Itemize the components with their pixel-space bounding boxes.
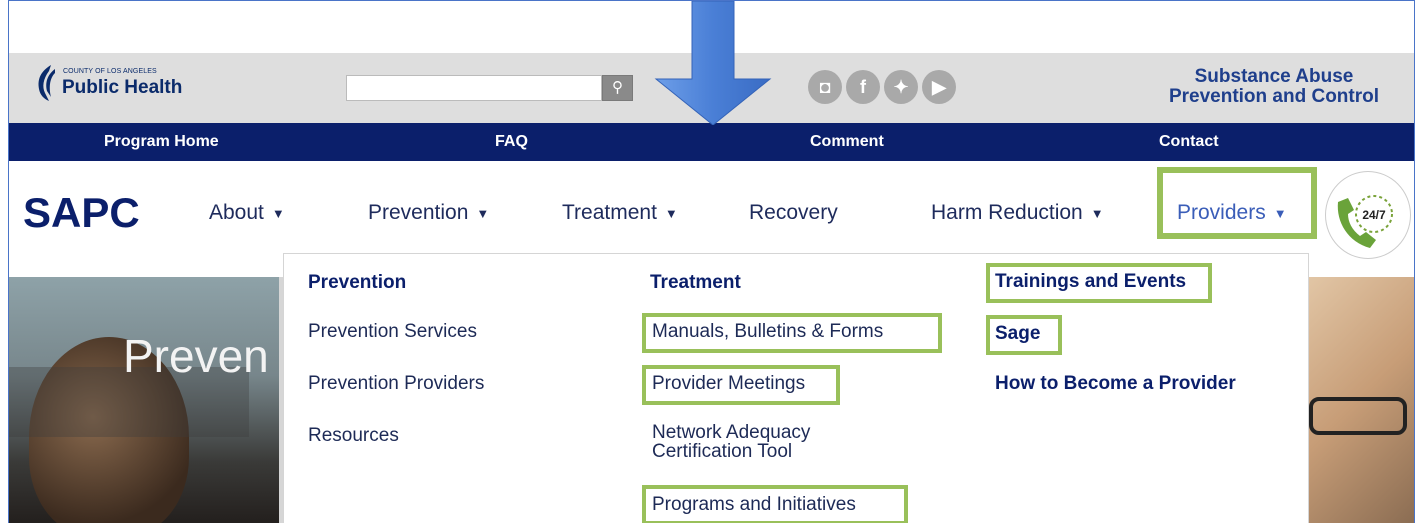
dropdown-programs-initiatives[interactable]: Programs and Initiatives [652, 494, 856, 516]
program-title-line2: Prevention and Control [1168, 86, 1380, 107]
dropdown-prevention-providers[interactable]: Prevention Providers [308, 373, 484, 395]
sapc-brand[interactable]: SAPC [23, 189, 140, 237]
menu-about-label: About [209, 201, 264, 224]
dropdown-trainings-events[interactable]: Trainings and Events [995, 271, 1186, 293]
nav-program-home[interactable]: Program Home [104, 123, 219, 161]
menu-treatment-label: Treatment [562, 201, 657, 224]
dropdown-resources[interactable]: Resources [308, 425, 399, 447]
facebook-icon[interactable]: f [846, 70, 880, 104]
search-icon: ⚲ [612, 79, 623, 96]
dropdown-prevention-services[interactable]: Prevention Services [308, 321, 477, 343]
logo-county-text: COUNTY OF LOS ANGELES [63, 68, 157, 75]
menu-recovery[interactable]: Recovery [749, 201, 838, 225]
public-health-logo[interactable]: COUNTY OF LOS ANGELES Public Health [31, 63, 191, 103]
caret-down-icon: ▼ [1273, 205, 1287, 221]
hero-title: Preven [123, 330, 269, 382]
down-arrow-annotation-icon [654, 1, 772, 125]
helpline-phone-icon[interactable]: 24/7 [1325, 171, 1411, 259]
dropdown-network-adequacy[interactable]: Network Adequacy Certification Tool [652, 423, 810, 461]
top-navigation: Program Home FAQ Comment Contact [9, 123, 1414, 161]
menu-harm-reduction-label: Harm Reduction [931, 201, 1083, 224]
youtube-icon[interactable]: ▶ [922, 70, 956, 104]
nav-faq[interactable]: FAQ [495, 123, 528, 161]
nav-contact[interactable]: Contact [1159, 123, 1219, 161]
network-adequacy-line1: Network Adequacy [652, 422, 811, 443]
caret-down-icon: ▼ [476, 205, 490, 221]
hero-photo-left [9, 277, 279, 523]
caret-down-icon: ▼ [271, 205, 285, 221]
logo-public-health-text: Public Health [62, 77, 183, 98]
menu-providers[interactable]: Providers ▼ [1177, 201, 1287, 225]
search-button[interactable]: ⚲ [602, 75, 633, 101]
caret-down-icon: ▼ [1090, 205, 1104, 221]
caret-down-icon: ▼ [664, 205, 678, 221]
nav-comment[interactable]: Comment [810, 123, 884, 161]
hero-glasses [1309, 397, 1407, 435]
phone-badge-text: 24/7 [1362, 208, 1386, 222]
providers-dropdown: Prevention Prevention Services Preventio… [283, 253, 1309, 523]
program-title-line1: Substance Abuse [1194, 66, 1354, 87]
menu-prevention[interactable]: Prevention ▼ [368, 201, 489, 225]
dropdown-sage[interactable]: Sage [995, 323, 1040, 345]
browser-frame: COUNTY OF LOS ANGELES Public Health ⚲ ◘ … [8, 0, 1415, 523]
dropdown-prevention-heading[interactable]: Prevention [308, 272, 406, 294]
search-input[interactable] [346, 75, 602, 101]
instagram-icon[interactable]: ◘ [808, 70, 842, 104]
program-title: Substance Abuse Prevention and Control [1149, 67, 1399, 107]
dropdown-manuals[interactable]: Manuals, Bulletins & Forms [652, 321, 883, 343]
menu-about[interactable]: About ▼ [209, 201, 285, 225]
hero-photo-right [1299, 277, 1414, 523]
menu-prevention-label: Prevention [368, 201, 469, 224]
county-seal-icon [38, 65, 55, 101]
twitter-icon[interactable]: ✦ [884, 70, 918, 104]
phone-icon: 24/7 [1337, 195, 1393, 248]
menu-recovery-label: Recovery [749, 201, 838, 224]
dropdown-treatment-heading[interactable]: Treatment [650, 272, 741, 294]
network-adequacy-line2: Certification Tool [652, 441, 793, 462]
dropdown-provider-meetings[interactable]: Provider Meetings [652, 373, 805, 395]
menu-harm-reduction[interactable]: Harm Reduction ▼ [931, 201, 1104, 225]
menu-treatment[interactable]: Treatment ▼ [562, 201, 678, 225]
menu-providers-label: Providers [1177, 201, 1266, 224]
dropdown-become-provider[interactable]: How to Become a Provider [995, 373, 1236, 395]
